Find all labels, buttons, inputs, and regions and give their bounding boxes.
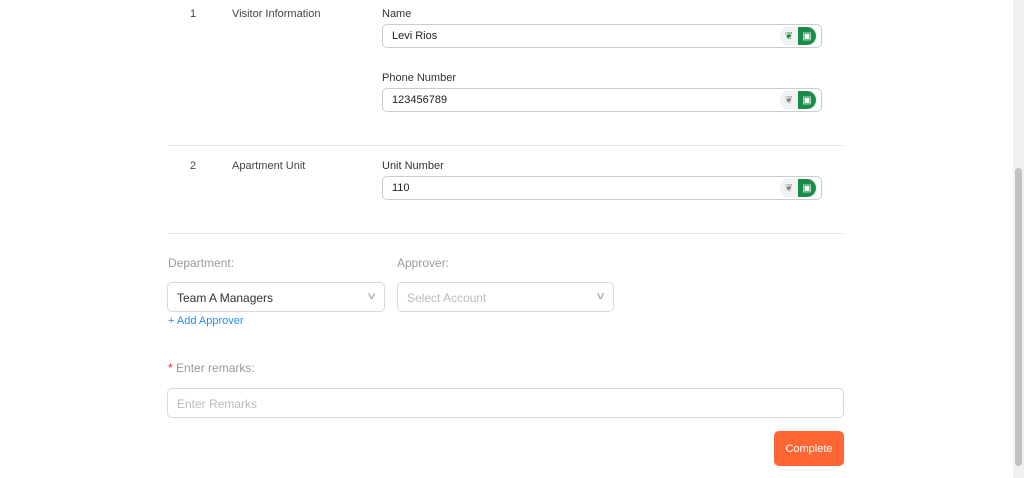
phone-input[interactable]: 123456789 ❦ ▣ [382, 88, 822, 112]
robot-icon[interactable]: ▣ [798, 91, 816, 109]
divider [168, 233, 844, 234]
row-label: Apartment Unit [232, 160, 306, 172]
field-label: Unit Number [382, 160, 444, 172]
field-label: Name [382, 8, 412, 20]
field-label: Phone Number [382, 72, 456, 84]
robot-icon[interactable]: ▣ [798, 179, 816, 197]
leaf-icon: ❦ [784, 94, 794, 106]
row-number: 2 [190, 160, 197, 172]
department-label: Department: [168, 256, 235, 270]
approver-select[interactable]: Select Account ∨ [397, 282, 614, 312]
name-input[interactable]: Levi Rios ❦ ▣ [382, 24, 822, 48]
remarks-input[interactable]: Enter Remarks [167, 388, 844, 418]
ai-toggle[interactable]: ❦ ▣ [780, 27, 818, 45]
remarks-label: Enter remarks: [176, 361, 255, 375]
scrollbar-thumb[interactable] [1015, 168, 1022, 466]
unit-input[interactable]: 110 ❦ ▣ [382, 176, 822, 200]
unit-value: 110 [392, 182, 410, 194]
ai-toggle[interactable]: ❦ ▣ [780, 91, 818, 109]
department-value: Team A Managers [177, 291, 274, 305]
add-approver-link[interactable]: + Add Approver [168, 315, 244, 327]
row-number: 1 [190, 8, 197, 20]
approver-placeholder: Select Account [407, 291, 487, 305]
remarks-placeholder: Enter Remarks [177, 397, 258, 411]
ai-toggle[interactable]: ❦ ▣ [780, 179, 818, 197]
scrollbar[interactable] [1013, 0, 1024, 478]
row-label: Visitor Information [232, 8, 321, 20]
leaf-icon: ❦ [784, 182, 794, 194]
phone-value: 123456789 [392, 94, 448, 106]
approver-label: Approver: [397, 256, 450, 270]
robot-icon[interactable]: ▣ [798, 27, 816, 45]
divider [168, 145, 844, 146]
chevron-down-icon: ∨ [594, 291, 606, 302]
complete-button[interactable]: Complete [774, 431, 844, 466]
chevron-down-icon: ∨ [365, 291, 377, 302]
name-value: Levi Rios [392, 30, 438, 42]
department-select[interactable]: Team A Managers ∨ [167, 282, 385, 312]
leaf-icon: ❦ [784, 30, 794, 42]
required-mark: * [168, 361, 173, 375]
